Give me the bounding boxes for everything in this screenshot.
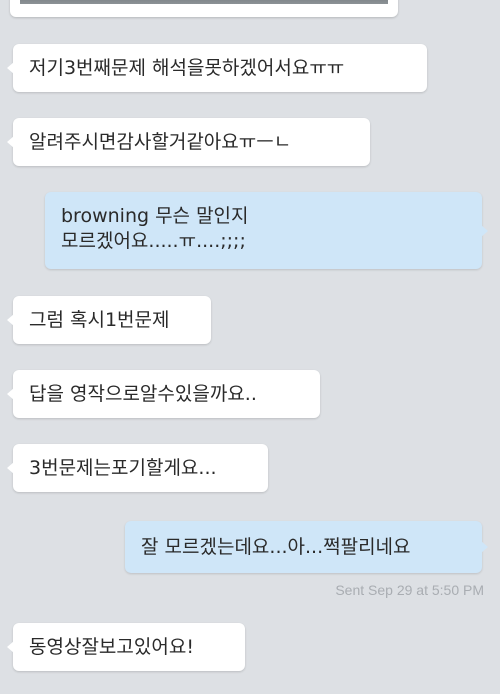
message-bubble-media[interactable] [10,0,398,17]
incoming-message-bubble[interactable]: 알려주시면감사할거같아요ㅠㅡㄴ [7,118,370,166]
message-text: 동영상잘보고있어요! [29,635,194,658]
message-text: 잘 모르겠는데요...아...쩍팔리네요 [141,535,411,558]
message-text: 답을 영작으로알수있을까요.. [29,382,257,405]
incoming-message-bubble[interactable]: 그럼 혹시1번문제 [7,296,211,344]
message-text: 알려주시면감사할거같아요ㅠㅡㄴ [29,130,292,153]
outgoing-message-bubble[interactable]: 잘 모르겠는데요...아...쩍팔리네요 [125,521,488,573]
message-text: 저기3번째문제 해석을못하겠어서요ㅠㅠ [29,56,345,79]
message-text-line: browning 무슨 말인지 [61,205,249,227]
incoming-message-bubble[interactable]: 답을 영작으로알수있을까요.. [7,370,320,418]
media-thumbnail[interactable] [20,0,388,4]
sent-timestamp: Sent Sep 29 at 5:50 PM [335,582,484,598]
message-text-line: 모르겠어요.....ㅠ....;;;; [61,230,246,252]
incoming-message-bubble[interactable]: 3번문제는포기할게요... [7,444,268,492]
message-text: 3번문제는포기할게요... [29,456,217,479]
incoming-message-bubble[interactable]: 저기3번째문제 해석을못하겠어서요ㅠㅠ [7,44,427,92]
message-text: 그럼 혹시1번문제 [29,308,170,331]
incoming-message-bubble[interactable]: 동영상잘보고있어요! [7,623,245,671]
outgoing-message-bubble[interactable]: browning 무슨 말인지 모르겠어요.....ㅠ....;;;; [45,192,488,269]
